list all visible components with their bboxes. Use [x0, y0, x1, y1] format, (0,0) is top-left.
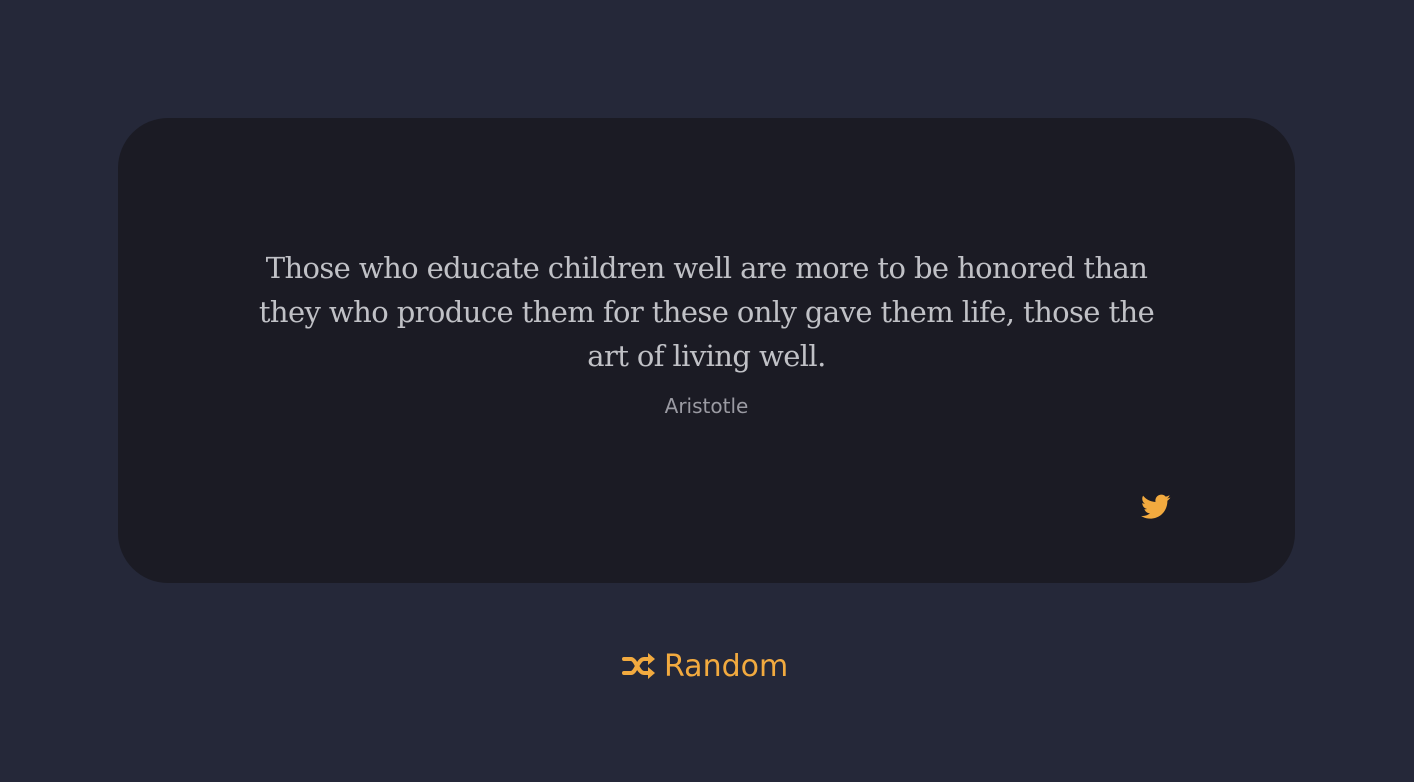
- random-button[interactable]: Random: [622, 644, 788, 688]
- quote-text: Those who educate children well are more…: [258, 251, 1155, 373]
- quote-author: Aristotle: [664, 394, 749, 418]
- shuffle-icon: [622, 651, 656, 681]
- twitter-icon: [1141, 494, 1171, 519]
- random-label: Random: [664, 648, 789, 684]
- quote-card: Those who educate children well are more…: [118, 118, 1295, 583]
- tweet-button[interactable]: [1140, 492, 1172, 522]
